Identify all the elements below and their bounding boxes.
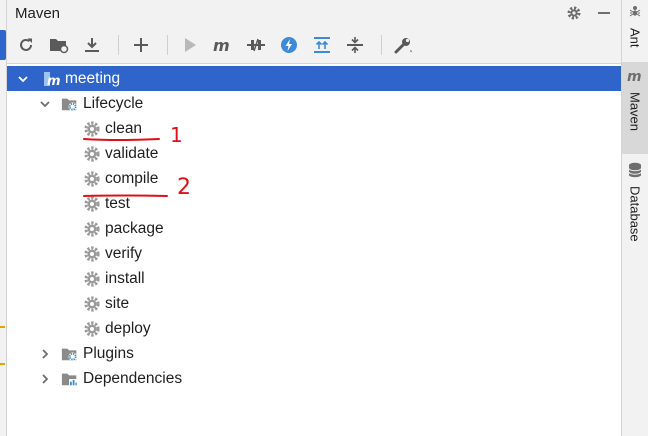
goal-label: deploy (105, 319, 151, 337)
plugins-label: Plugins (83, 344, 134, 362)
dependencies-label: Dependencies (83, 369, 183, 387)
chevron-right-icon[interactable] (37, 371, 53, 387)
show-dependencies-icon[interactable] (309, 32, 335, 58)
skip-tests-icon[interactable] (276, 32, 302, 58)
execute-goal-icon[interactable]: m (210, 32, 236, 58)
left-tool-strip (0, 0, 7, 436)
goal-label: site (105, 294, 130, 312)
sidebar-tab-maven[interactable]: m Maven (622, 62, 648, 154)
tool-window-title: Maven (15, 4, 61, 22)
reload-icon[interactable] (13, 32, 39, 58)
gear-icon (83, 295, 101, 313)
toolbar-separator (167, 34, 168, 55)
lifecycle-goals-list: clean validate compile test package verify ins… (7, 116, 621, 341)
toolbar-separator (381, 34, 382, 55)
chevron-down-icon[interactable] (15, 71, 31, 87)
lifecycle-goal-package[interactable]: package (7, 216, 621, 241)
maven-tool-window: Maven m m meeting Lifecycle clean valida… (7, 0, 621, 436)
maven-projects-tree: m meeting Lifecycle clean validate compile… (7, 66, 621, 391)
gear-icon (83, 120, 101, 138)
left-strip-marker (0, 363, 5, 365)
goal-label: validate (105, 144, 159, 162)
gear-icon (83, 220, 101, 238)
gear-icon (83, 145, 101, 163)
lifecycle-folder-icon (61, 95, 79, 113)
goal-label: verify (105, 244, 143, 262)
settings-gear-icon[interactable] (563, 2, 585, 24)
plugins-folder-icon (61, 345, 79, 363)
left-strip-marker (0, 326, 5, 328)
lifecycle-label: Lifecycle (83, 94, 144, 112)
gear-icon (83, 245, 101, 263)
hide-minimize-icon[interactable] (593, 2, 615, 24)
sidebar-tab-label: Maven (627, 92, 643, 132)
lifecycle-goal-deploy[interactable]: deploy (7, 316, 621, 341)
svg-text:m: m (213, 37, 230, 53)
tree-node-lifecycle[interactable]: Lifecycle (7, 91, 621, 116)
maven-icon: m (626, 68, 644, 88)
lifecycle-goal-validate[interactable]: validate (7, 141, 621, 166)
chevron-right-icon[interactable] (37, 346, 53, 362)
gear-icon (83, 170, 101, 188)
tree-node-plugins[interactable]: Plugins (7, 341, 621, 366)
toggle-offline-icon[interactable] (243, 32, 269, 58)
goal-label: compile (105, 169, 159, 187)
goal-label: install (105, 269, 145, 287)
tree-node-project[interactable]: m meeting (7, 66, 621, 91)
right-tool-sidebar: Ant m Maven Database (621, 0, 648, 436)
lifecycle-goal-test[interactable]: test (7, 191, 621, 216)
left-strip-active-indicator (0, 30, 6, 60)
toolbar-separator (118, 34, 119, 55)
download-sources-icon[interactable] (79, 32, 105, 58)
svg-text:m: m (47, 74, 61, 88)
sidebar-tab-label: Database (627, 186, 643, 242)
sidebar-tab-label: Ant (627, 28, 643, 48)
project-name: meeting (65, 69, 121, 87)
maven-toolbar: m (7, 26, 621, 64)
goal-label: package (105, 219, 164, 237)
lifecycle-goal-clean[interactable]: clean (7, 116, 621, 141)
sidebar-tab-ant[interactable]: Ant (622, 4, 648, 60)
database-icon (628, 162, 642, 182)
chevron-down-icon[interactable] (37, 96, 53, 112)
lifecycle-goal-verify[interactable]: verify (7, 241, 621, 266)
collapse-all-icon[interactable] (342, 32, 368, 58)
add-icon[interactable] (128, 32, 154, 58)
tree-node-dependencies[interactable]: Dependencies (7, 366, 621, 391)
goal-label: clean (105, 119, 143, 137)
settings-wrench-icon[interactable] (391, 32, 417, 58)
gear-icon (83, 195, 101, 213)
add-maven-projects-icon[interactable] (46, 32, 72, 58)
goal-label: test (105, 194, 130, 212)
gear-icon (83, 320, 101, 338)
lifecycle-goal-site[interactable]: site (7, 291, 621, 316)
lifecycle-goal-install[interactable]: install (7, 266, 621, 291)
gear-icon (83, 270, 101, 288)
ant-icon (627, 4, 643, 24)
dependencies-folder-icon (61, 370, 79, 388)
tool-window-header: Maven (7, 0, 621, 26)
svg-text:m: m (627, 69, 642, 84)
run-icon[interactable] (177, 32, 203, 58)
sidebar-tab-database[interactable]: Database (622, 160, 648, 250)
lifecycle-goal-compile[interactable]: compile (7, 166, 621, 191)
maven-project-icon: m (43, 70, 61, 88)
